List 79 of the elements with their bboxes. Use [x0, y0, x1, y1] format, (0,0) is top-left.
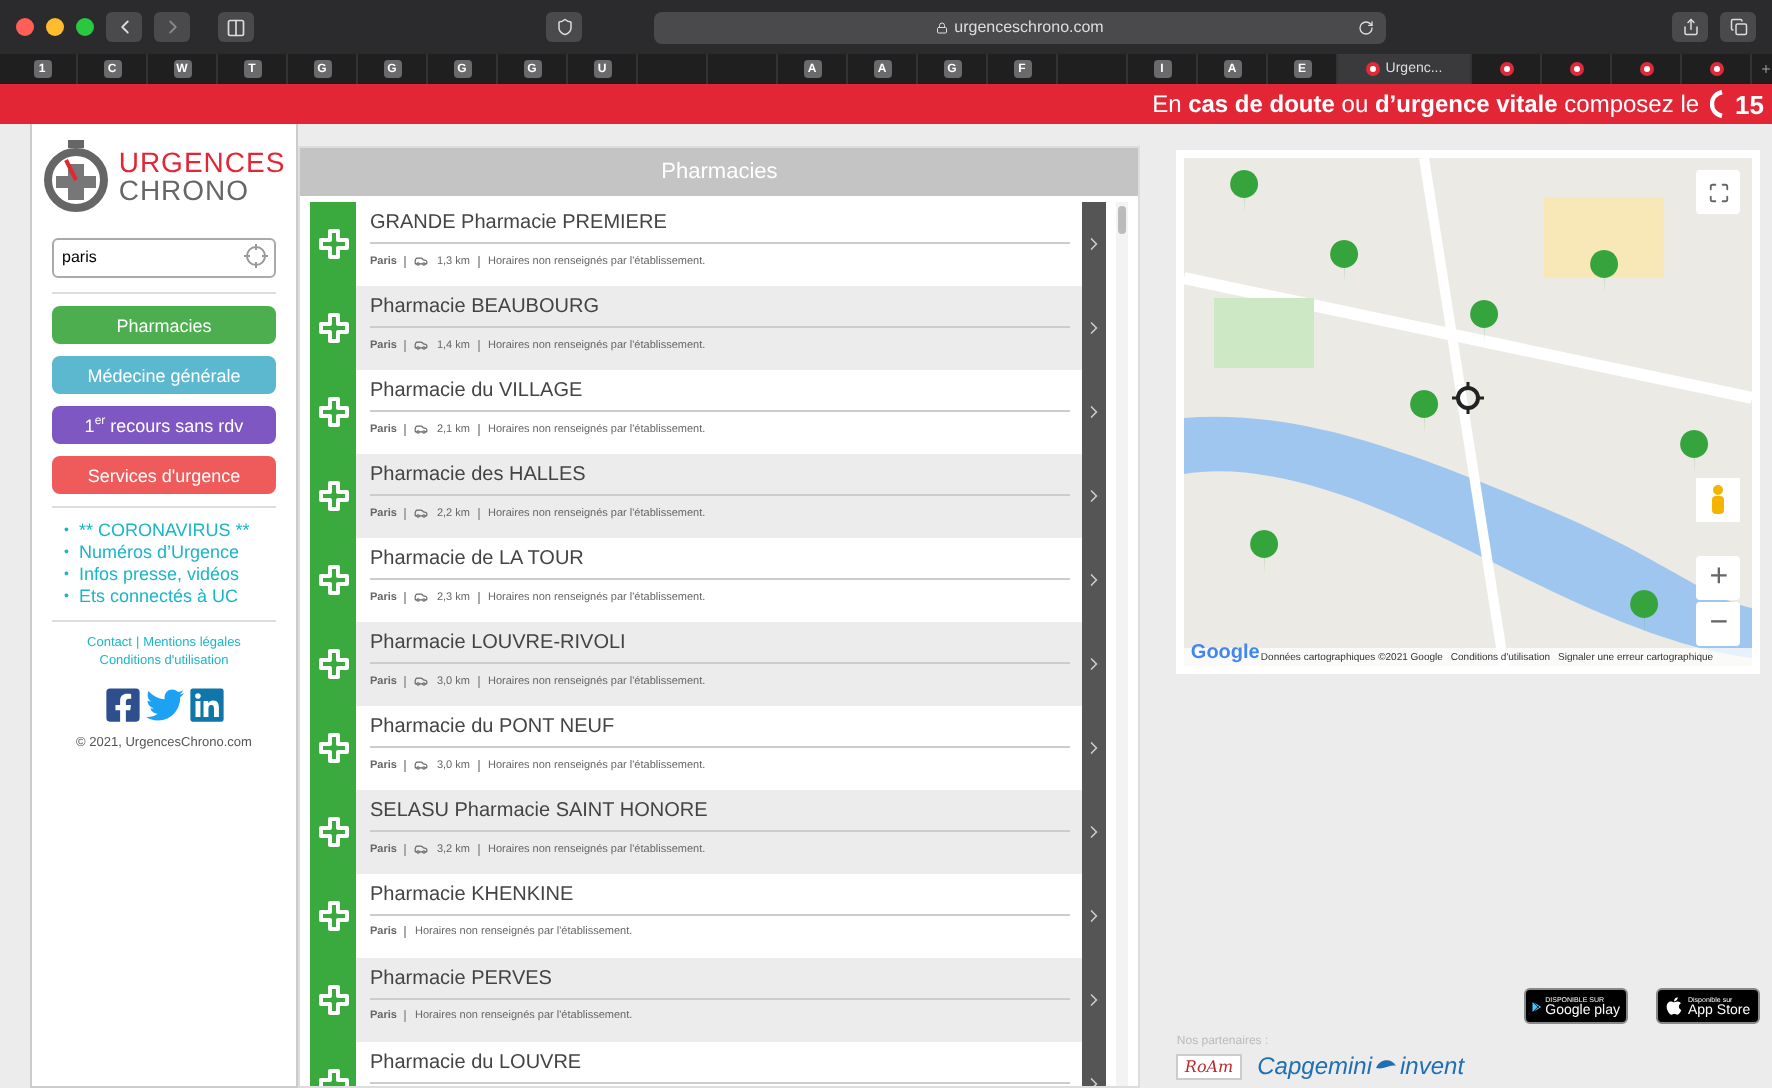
pharmacy-name: Pharmacie PERVES	[370, 968, 1071, 1000]
pharmacy-name: SELASU Pharmacie SAINT HONORE	[370, 800, 1071, 832]
favicon-icon	[1365, 62, 1380, 76]
chevron-button[interactable]	[1082, 202, 1107, 286]
cross-icon	[317, 648, 349, 680]
sidebar-button[interactable]	[218, 12, 254, 42]
car-icon	[414, 758, 429, 772]
zoom-out-button[interactable]: −	[1696, 602, 1741, 646]
pharmacy-name: Pharmacie KHENKINE	[370, 884, 1071, 916]
cross-icon	[317, 312, 349, 344]
map-logo: Google	[1190, 642, 1260, 664]
car-icon	[414, 674, 429, 688]
share-button[interactable]	[1672, 12, 1708, 42]
cross-icon	[317, 480, 349, 512]
reload-icon[interactable]	[1358, 19, 1374, 35]
share-icon	[1681, 18, 1699, 36]
play-icon	[1532, 997, 1542, 1015]
pharmacy-name: Pharmacie du LOUVRE	[370, 1052, 1071, 1084]
crosshair-icon	[1452, 382, 1485, 414]
category-button[interactable]: Pharmacies	[52, 306, 276, 344]
partner-logo: Capgemini	[1257, 1052, 1372, 1080]
sidebar-icon	[226, 17, 246, 37]
apple-icon	[1664, 996, 1684, 1016]
partner-logo: invent	[1400, 1052, 1465, 1080]
category-button[interactable]: 1$^{er}$ recours sans rdv	[52, 406, 276, 444]
forward-button[interactable]	[154, 12, 190, 42]
cross-icon	[317, 564, 349, 596]
car-icon	[414, 590, 429, 604]
car-icon	[414, 338, 429, 352]
car-icon	[414, 842, 429, 856]
pharmacy-name: Pharmacie du VILLAGE	[370, 380, 1071, 412]
favicon-icon	[1569, 62, 1583, 76]
car-icon	[414, 506, 429, 520]
pharmacy-name: Pharmacie de LA TOUR	[370, 548, 1071, 580]
linkedin-icon[interactable]	[187, 686, 225, 724]
search-field[interactable]: paris	[52, 237, 276, 277]
favicon-icon	[1499, 62, 1513, 76]
url-text: urgenceschrono.com	[954, 18, 1104, 36]
logo-text: URGENCES	[118, 148, 286, 176]
close-icon[interactable]	[16, 18, 34, 36]
minimize-icon[interactable]	[46, 18, 64, 36]
pharmacy-name: GRANDE Pharmacie PREMIERE	[370, 212, 1071, 244]
stopwatch-icon	[42, 140, 111, 212]
pharmacy-name: Pharmacie BEAUBOURG	[370, 296, 1071, 328]
back-button[interactable]	[106, 12, 142, 42]
address-field[interactable]: urgenceschrono.com	[654, 11, 1386, 43]
car-icon	[414, 254, 429, 268]
cross-icon	[317, 732, 349, 764]
panel-title: Pharmacies	[300, 148, 1139, 196]
privacy-button[interactable]	[546, 12, 582, 42]
phone-number: 15	[1735, 89, 1764, 119]
fullscreen-icon	[1707, 181, 1730, 203]
locate-icon[interactable]	[244, 244, 268, 268]
cross-icon	[317, 396, 349, 428]
tabs-button[interactable]	[1720, 12, 1756, 42]
fullscreen-button[interactable]	[1696, 170, 1741, 214]
partner-logo: RoAm	[1176, 1053, 1242, 1079]
pharmacy-name: Pharmacie des HALLES	[370, 464, 1071, 496]
phone-icon	[1709, 90, 1726, 118]
favicon-icon	[1639, 62, 1653, 76]
car-icon	[414, 422, 429, 436]
favicon-icon	[1709, 62, 1723, 76]
zoom-in-button[interactable]: +	[1696, 556, 1741, 600]
lock-icon	[936, 21, 949, 33]
logo-text: CHRONO	[118, 176, 252, 204]
shield-icon	[555, 18, 573, 36]
facebook-icon[interactable]	[103, 686, 141, 724]
pharmacy-name: Pharmacie du PONT NEUF	[370, 716, 1071, 748]
pharmacy-name: Pharmacie LOUVRE-RIVOLI	[370, 632, 1071, 664]
cross-icon	[317, 816, 349, 848]
cross-icon	[317, 984, 349, 1016]
banner-text: En cas de doute ou d’urgence vitale composez le	[1152, 90, 1700, 118]
result-row[interactable]: Pharmacie du LOUVRE	[310, 1042, 1107, 1086]
tabs-icon	[1729, 18, 1747, 36]
new-tab-icon[interactable]	[1760, 60, 1772, 78]
category-button[interactable]: Services d'urgence	[52, 456, 276, 494]
cross-icon	[317, 900, 349, 932]
maximize-icon[interactable]	[76, 18, 94, 36]
cross-icon	[317, 228, 349, 260]
